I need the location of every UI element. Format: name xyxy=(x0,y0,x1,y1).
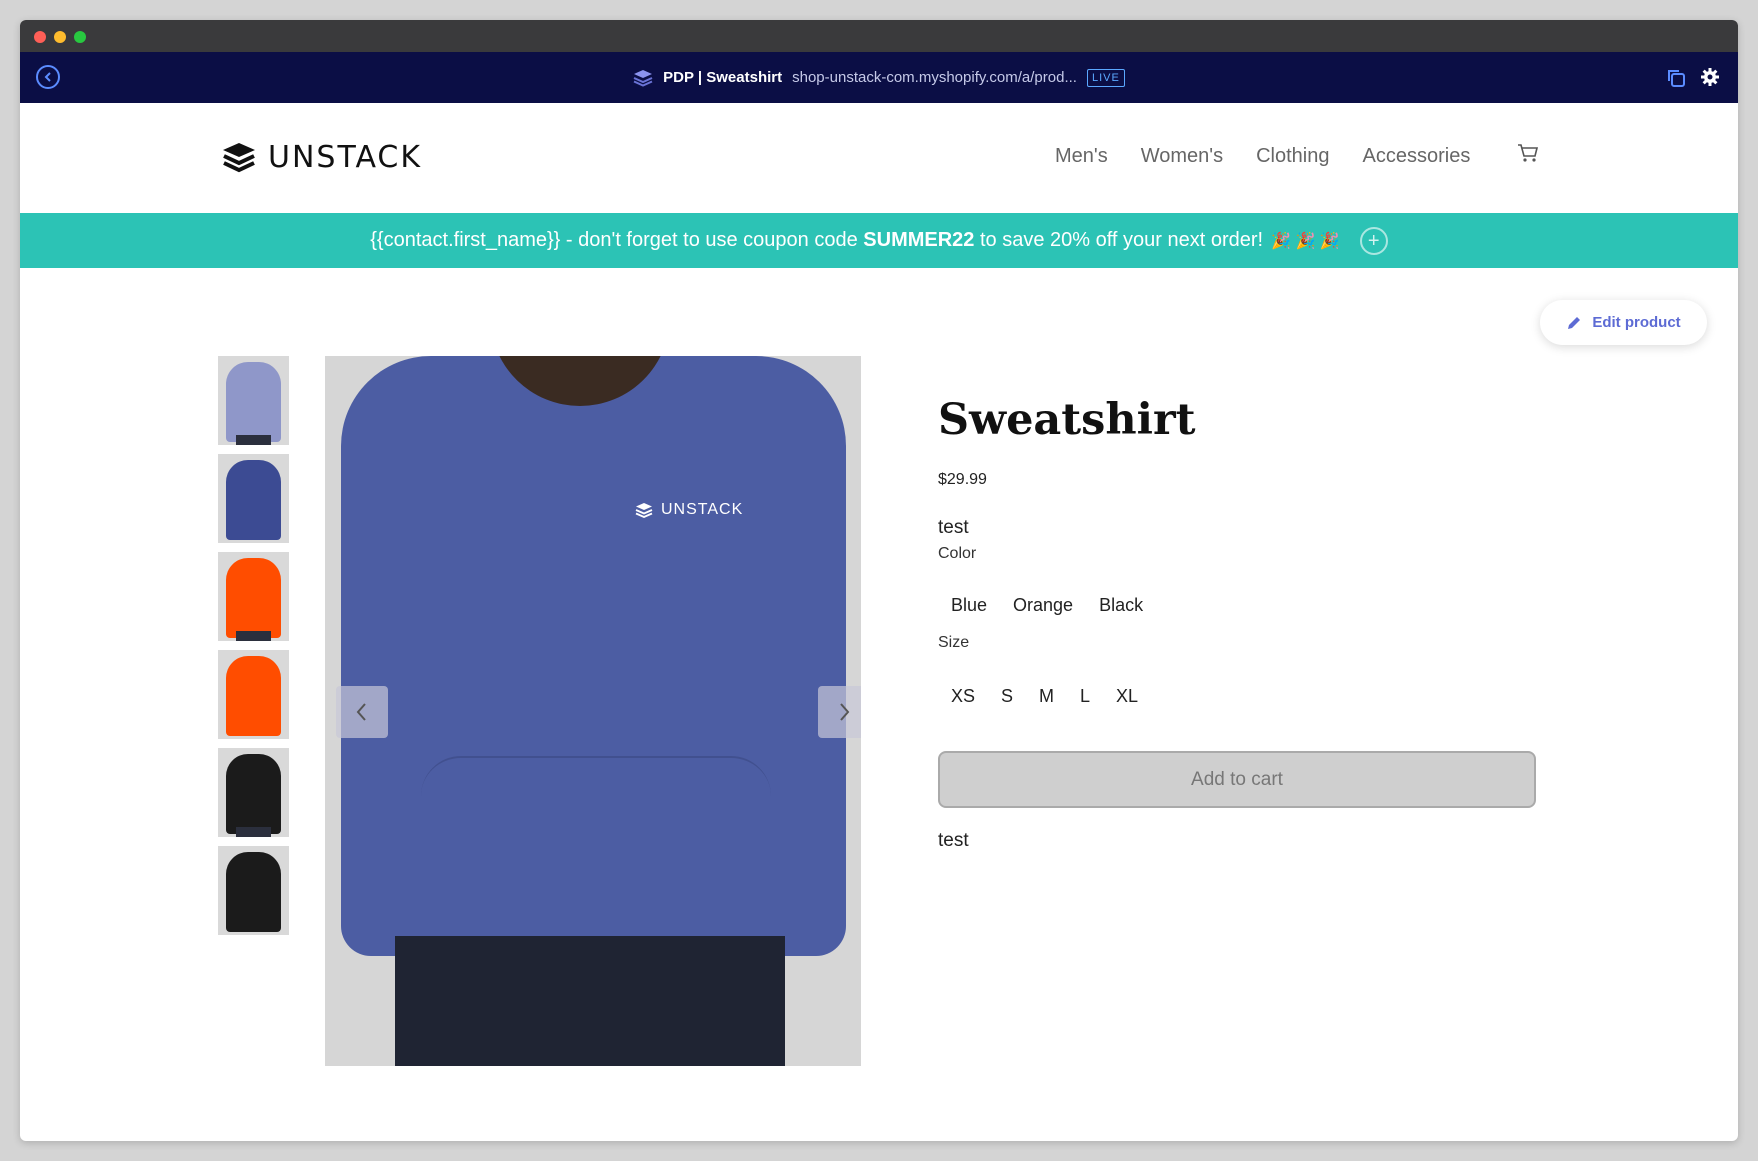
gear-icon[interactable] xyxy=(1700,67,1720,87)
hoodie-graphic xyxy=(341,356,846,956)
page-url[interactable]: shop-unstack-com.myshopify.com/a/prod... xyxy=(792,69,1077,86)
edit-product-label: Edit product xyxy=(1592,314,1681,331)
thumbnail[interactable] xyxy=(218,454,289,543)
minimize-window-button[interactable] xyxy=(54,31,66,43)
browser-window: PDP | Sweatshirt shop-unstack-com.myshop… xyxy=(20,20,1738,1141)
thumbnail[interactable] xyxy=(218,356,289,445)
product-details: Sweatshirt $29.99 test Color Blue Orange… xyxy=(938,395,1538,852)
size-options: XS S M L XL xyxy=(938,676,1538,717)
size-option-xl[interactable]: XL xyxy=(1103,676,1151,717)
nav-item-clothing[interactable]: Clothing xyxy=(1256,145,1329,168)
site-logo[interactable]: UNSTACK xyxy=(222,140,422,175)
unstack-logo-icon xyxy=(223,142,255,172)
color-options: Blue Orange Black xyxy=(938,585,1538,626)
size-option-xs[interactable]: XS xyxy=(938,676,988,717)
size-option-m[interactable]: M xyxy=(1026,676,1067,717)
product-price: $29.99 xyxy=(938,471,987,488)
size-label: Size xyxy=(938,634,970,651)
color-option-black[interactable]: Black xyxy=(1086,585,1156,626)
nav-item-accessories[interactable]: Accessories xyxy=(1363,145,1471,168)
status-badge: LIVE xyxy=(1086,68,1125,87)
color-label: Color xyxy=(938,545,977,562)
thumbnail-list xyxy=(218,356,289,944)
stack-logo-icon xyxy=(635,503,653,518)
logo-text: UNSTACK xyxy=(268,140,423,175)
edit-product-button[interactable]: Edit product xyxy=(1540,300,1707,345)
page-name: PDP | Sweatshirt xyxy=(663,69,783,86)
size-option-l[interactable]: L xyxy=(1067,676,1103,717)
color-option-blue[interactable]: Blue xyxy=(938,585,1000,626)
thumbnail[interactable] xyxy=(218,846,289,935)
thumbnail[interactable] xyxy=(218,650,289,739)
nav-item-mens[interactable]: Men's xyxy=(1055,145,1108,168)
site-header: UNSTACK Men's Women's Clothing Accessori… xyxy=(20,103,1738,213)
thumbnail[interactable] xyxy=(218,748,289,837)
maximize-window-button[interactable] xyxy=(74,31,86,43)
hoodie-brand-print: UNSTACK xyxy=(635,501,743,519)
main-nav: Men's Women's Clothing Accessories xyxy=(1055,145,1470,168)
page-info: PDP | Sweatshirt shop-unstack-com.myshop… xyxy=(20,52,1738,103)
chevron-left-icon xyxy=(356,703,366,721)
product-main-image: UNSTACK xyxy=(325,356,861,1066)
product-note: test xyxy=(938,830,969,851)
stack-logo-icon xyxy=(633,69,653,87)
color-option-orange[interactable]: Orange xyxy=(1000,585,1086,626)
next-image-button[interactable] xyxy=(818,686,861,738)
nav-item-womens[interactable]: Women's xyxy=(1141,145,1223,168)
editor-toolbar: PDP | Sweatshirt shop-unstack-com.myshop… xyxy=(20,52,1738,103)
hoodie-brand-text: UNSTACK xyxy=(661,501,744,518)
pencil-icon xyxy=(1568,316,1581,329)
previous-image-button[interactable] xyxy=(336,686,388,738)
thumbnail[interactable] xyxy=(218,552,289,641)
add-section-button[interactable]: + xyxy=(1359,226,1388,255)
promo-emoji: 🎉 🎉 🎉 xyxy=(1271,232,1340,250)
window-titlebar xyxy=(20,20,1738,52)
product-description: test xyxy=(938,517,969,538)
size-option-s[interactable]: S xyxy=(988,676,1026,717)
copy-icon[interactable] xyxy=(1666,68,1686,88)
promo-text-after: to save 20% off your next order! xyxy=(974,229,1264,251)
add-to-cart-button[interactable]: Add to cart xyxy=(938,751,1536,808)
promo-banner: {{contact.first_name}} - don't forget to… xyxy=(20,213,1738,268)
product-title: Sweatshirt xyxy=(938,395,1196,445)
promo-text-before: {{contact.first_name}} - don't forget to… xyxy=(370,229,864,251)
close-window-button[interactable] xyxy=(34,31,46,43)
promo-code: SUMMER22 xyxy=(863,229,975,251)
chevron-right-icon xyxy=(840,703,850,721)
cart-icon[interactable] xyxy=(1517,143,1539,163)
